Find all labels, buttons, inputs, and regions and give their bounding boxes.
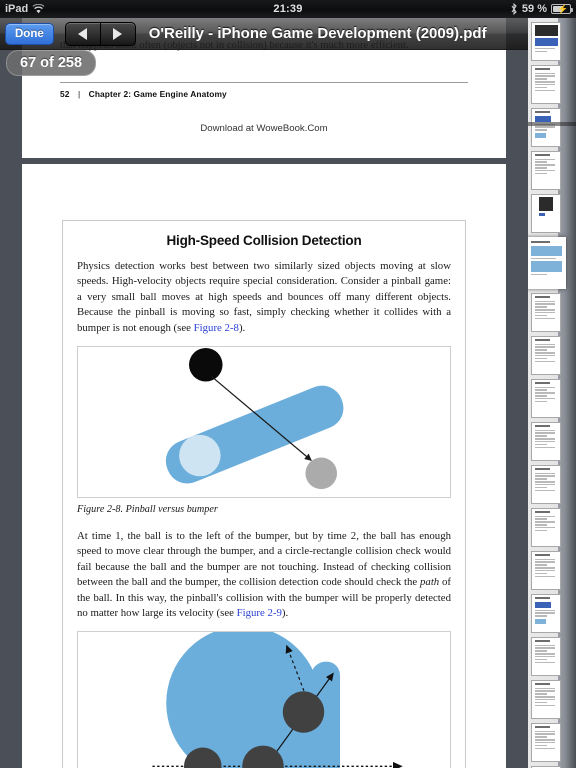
page-thumbnail[interactable] bbox=[531, 151, 561, 190]
page-thumbnail[interactable] bbox=[531, 379, 561, 418]
page-thumbnail[interactable] bbox=[531, 551, 561, 590]
page-thumbnail[interactable] bbox=[531, 194, 561, 233]
paragraph-2-text: At time 1, the ball is to the left of th… bbox=[77, 530, 451, 589]
paragraph-1-text: Physics detection works best between two… bbox=[77, 260, 451, 334]
paragraph-2: At time 1, the ball is to the left of th… bbox=[77, 529, 451, 621]
triangle-right-icon bbox=[113, 27, 123, 40]
next-page-button[interactable] bbox=[101, 23, 135, 45]
triangle-left-icon bbox=[78, 27, 88, 40]
figure-2-8-graphic bbox=[93, 347, 435, 498]
page-footer-rule bbox=[60, 81, 468, 83]
ios-status-bar: iPad 21:39 59 % ⚡ bbox=[0, 0, 576, 18]
pdf-viewer-toolbar: Done O'Reilly - iPhone Game Development … bbox=[0, 18, 576, 50]
page-footer: 52 | Chapter 2: Game Engine Anatomy bbox=[60, 89, 468, 99]
previous-page-button[interactable] bbox=[66, 23, 100, 45]
bluetooth-icon bbox=[510, 3, 518, 15]
bumper-pivot bbox=[179, 434, 221, 477]
page-thumbnail[interactable] bbox=[531, 108, 561, 147]
document-title: O'Reilly - iPhone Game Development (2009… bbox=[148, 25, 487, 42]
paragraph-1: Physics detection works best between two… bbox=[77, 259, 451, 336]
battery-percent-label: 59 % bbox=[521, 3, 547, 15]
footer-page-number: 52 bbox=[60, 88, 70, 99]
figure-2-9 bbox=[77, 631, 451, 768]
footer-chapter: Chapter 2: Game Engine Anatomy bbox=[88, 88, 227, 99]
page-thumbnail-rail[interactable] bbox=[528, 18, 576, 768]
page-thumbnail[interactable] bbox=[531, 465, 561, 504]
page-thumbnail[interactable] bbox=[531, 336, 561, 375]
battery-charging-icon: ⚡ bbox=[551, 4, 573, 14]
content-box: High-Speed Collision Detection Physics d… bbox=[62, 220, 466, 768]
rail-current-marker bbox=[528, 122, 576, 126]
watermark: Download at WoweBook.Com bbox=[200, 122, 328, 134]
current-page: High-Speed Collision Detection Physics d… bbox=[22, 164, 506, 768]
page-thumbnail[interactable] bbox=[531, 422, 561, 461]
paragraph-2-tail: ). bbox=[281, 607, 289, 620]
page-thumbnail[interactable] bbox=[531, 594, 561, 633]
page-thumbnail[interactable] bbox=[531, 65, 561, 104]
figure-2-8-caption: Figure 2-8. Pinball versus bumper bbox=[77, 504, 218, 516]
status-bar-clock: 21:39 bbox=[273, 3, 303, 15]
footer-separator: | bbox=[77, 88, 81, 99]
page-indicator-badge: 67 of 258 bbox=[6, 50, 97, 76]
page-navigation-segmented-control[interactable] bbox=[64, 21, 136, 46]
page-thumbnail[interactable] bbox=[531, 293, 561, 332]
done-button[interactable]: Done bbox=[5, 22, 54, 45]
figure-2-9-graphic bbox=[93, 632, 435, 768]
page-thumbnail[interactable] bbox=[531, 680, 561, 719]
ball-time-1 bbox=[189, 348, 223, 382]
page-thumbnail[interactable] bbox=[531, 637, 561, 676]
document-scroll-area[interactable]: that happens most often (objects not in … bbox=[0, 18, 528, 768]
paragraph-2-emphasis: path bbox=[420, 576, 440, 589]
ball-time-2 bbox=[305, 457, 338, 490]
ball-position-3 bbox=[282, 691, 325, 734]
page-title: High-Speed Collision Detection bbox=[166, 233, 362, 248]
figure-2-8 bbox=[77, 346, 451, 499]
rail-scroll-shadow bbox=[565, 18, 576, 768]
page-thumbnail[interactable] bbox=[531, 508, 561, 547]
page-thumbnail[interactable] bbox=[528, 237, 566, 289]
figure-2-8-crossref[interactable]: Figure 2-8 bbox=[194, 322, 239, 334]
paragraph-1-tail: ). bbox=[238, 321, 246, 334]
page-thumbnail[interactable] bbox=[531, 723, 561, 762]
figure-2-9-crossref[interactable]: Figure 2-9 bbox=[237, 607, 282, 619]
page-thumbnail[interactable] bbox=[531, 22, 561, 61]
